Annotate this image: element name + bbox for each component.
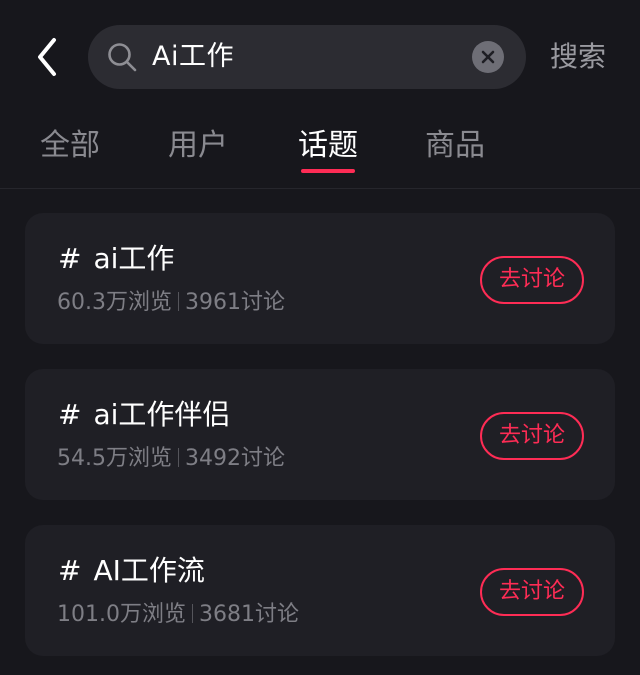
go-discuss-button[interactable]: 去讨论 xyxy=(480,256,584,304)
search-input[interactable]: Ai工作 xyxy=(88,25,526,89)
topic-title: # ai工作 xyxy=(58,239,174,279)
meta-divider xyxy=(191,604,193,623)
search-results-page: Ai工作 搜索 全部 用户 话题 商品 # ai工作 60.3万浏览 3961讨论 … xyxy=(0,0,640,675)
search-query-text[interactable]: Ai工作 xyxy=(152,25,234,89)
topic-views: 60.3万浏览 xyxy=(57,290,172,315)
topic-discussions: 3492讨论 xyxy=(185,446,285,471)
header-divider xyxy=(0,188,640,189)
topic-name: ai工作伴侣 xyxy=(93,398,231,431)
topic-discussions: 3961讨论 xyxy=(185,290,285,315)
results-tab-bar: 全部 用户 话题 商品 xyxy=(0,110,640,188)
search-icon xyxy=(108,43,137,72)
topic-stats: 101.0万浏览 3681讨论 xyxy=(57,597,299,633)
topic-stats: 54.5万浏览 3492讨论 xyxy=(57,441,285,477)
topic-name: AI工作流 xyxy=(93,554,205,587)
topic-card[interactable]: # ai工作 60.3万浏览 3961讨论 去讨论 xyxy=(25,213,615,344)
topic-stats: 60.3万浏览 3961讨论 xyxy=(57,285,285,321)
search-header: Ai工作 搜索 xyxy=(0,0,640,110)
topic-views: 101.0万浏览 xyxy=(57,602,186,627)
clear-search-button[interactable] xyxy=(472,41,504,73)
tab-users[interactable]: 用户 xyxy=(168,124,228,168)
active-tab-indicator xyxy=(301,169,355,173)
tab-products[interactable]: 商品 xyxy=(425,124,485,168)
back-button[interactable] xyxy=(28,34,68,80)
topic-title: # AI工作流 xyxy=(58,551,205,591)
chevron-left-icon xyxy=(38,38,56,76)
topic-card[interactable]: # ai工作伴侣 54.5万浏览 3492讨论 去讨论 xyxy=(25,369,615,500)
clear-icon xyxy=(481,50,495,64)
topic-card[interactable]: # AI工作流 101.0万浏览 3681讨论 去讨论 xyxy=(25,525,615,656)
go-discuss-button[interactable]: 去讨论 xyxy=(480,568,584,616)
meta-divider xyxy=(178,448,179,467)
hashtag-icon: # xyxy=(58,242,82,275)
topic-name: ai工作 xyxy=(93,242,175,275)
hashtag-icon: # xyxy=(58,398,82,431)
hashtag-icon: # xyxy=(58,554,82,587)
topic-discussions: 3681讨论 xyxy=(198,602,299,627)
go-discuss-button[interactable]: 去讨论 xyxy=(480,412,584,460)
tab-topics[interactable]: 话题 xyxy=(298,124,358,168)
tab-all[interactable]: 全部 xyxy=(40,124,100,168)
meta-divider xyxy=(178,292,179,311)
search-submit-button[interactable]: 搜索 xyxy=(550,30,606,84)
topic-title: # ai工作伴侣 xyxy=(58,395,230,435)
topic-views: 54.5万浏览 xyxy=(57,446,172,471)
